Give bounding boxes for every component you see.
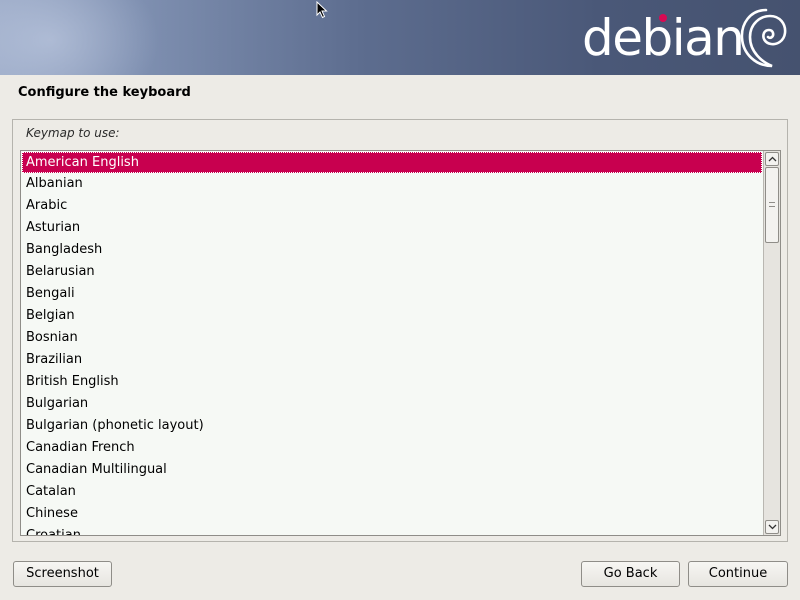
keymap-option[interactable]: Bosnian (22, 327, 762, 349)
keymap-option[interactable]: Bangladesh (22, 239, 762, 261)
go-back-button[interactable]: Go Back (581, 561, 680, 587)
screenshot-button[interactable]: Screenshot (13, 561, 112, 587)
scrollbar-thumb[interactable] (765, 167, 779, 243)
keymap-option[interactable]: Belgian (22, 305, 762, 327)
keymap-option[interactable]: British English (22, 371, 762, 393)
banner-glow (0, 0, 160, 75)
keymap-frame: Keymap to use: American English Albanian A… (12, 119, 788, 542)
keymap-option[interactable]: Albanian (22, 173, 762, 195)
mouse-pointer-icon (316, 1, 328, 19)
keymap-option[interactable]: American English (22, 152, 762, 173)
keymap-option[interactable]: Belarusian (22, 261, 762, 283)
keymap-option[interactable]: Bulgarian (22, 393, 762, 415)
keymap-option[interactable]: Canadian French (22, 437, 762, 459)
keymap-list: American English Albanian Arabic Asturian Ba… (21, 151, 763, 535)
logo-dot (659, 14, 667, 22)
page-title: Configure the keyboard (18, 85, 191, 100)
debian-swirl-icon (740, 8, 787, 68)
header-banner: debian (0, 0, 800, 75)
keymap-listbox[interactable]: American English Albanian Arabic Asturian Ba… (20, 150, 781, 536)
chevron-down-icon (768, 524, 777, 530)
keymap-option[interactable]: Canadian Multilingual (22, 459, 762, 481)
keymap-option[interactable]: Bengali (22, 283, 762, 305)
scroll-up-button[interactable] (765, 152, 779, 166)
keymap-option[interactable]: Catalan (22, 481, 762, 503)
list-scrollbar[interactable] (763, 151, 780, 535)
thumb-grip-icon (769, 202, 775, 207)
keymap-label: Keymap to use: (26, 126, 120, 140)
continue-button[interactable]: Continue (688, 561, 788, 587)
chevron-up-icon (768, 156, 777, 162)
keymap-option[interactable]: Croatian (22, 525, 762, 535)
scroll-down-button[interactable] (765, 520, 779, 534)
keymap-option[interactable]: Brazilian (22, 349, 762, 371)
keymap-option[interactable]: Bulgarian (phonetic layout) (22, 415, 762, 437)
keymap-option[interactable]: Asturian (22, 217, 762, 239)
keymap-option[interactable]: Chinese (22, 503, 762, 525)
keymap-option[interactable]: Arabic (22, 195, 762, 217)
